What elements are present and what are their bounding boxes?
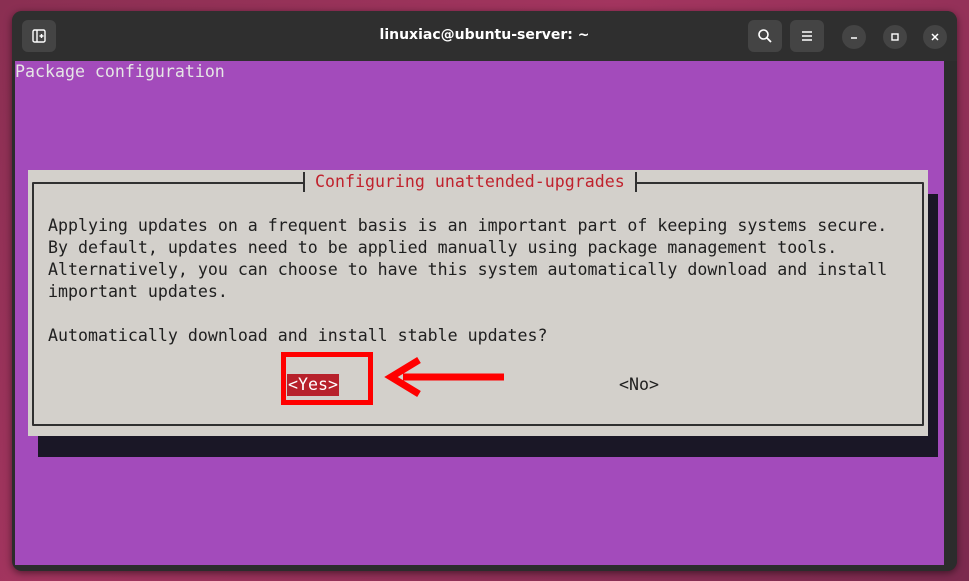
dialog-message-line: Applying updates on a frequent basis is … bbox=[48, 216, 888, 235]
maximize-button[interactable] bbox=[883, 25, 907, 49]
hamburger-menu-icon bbox=[802, 31, 812, 41]
maximize-icon bbox=[891, 33, 899, 41]
title-bar: linuxiac@ubuntu-server: ~ bbox=[12, 11, 957, 61]
minimize-button[interactable] bbox=[842, 25, 866, 49]
dialog-message-line: By default, updates need to be applied m… bbox=[48, 238, 838, 257]
dialog-message-line: important updates. bbox=[48, 282, 228, 301]
close-button[interactable] bbox=[923, 25, 947, 49]
close-icon bbox=[931, 33, 939, 41]
minimize-icon bbox=[851, 37, 857, 39]
debconf-dialog: Configuring unattended-upgrades Applying… bbox=[28, 170, 928, 436]
package-configuration-header: Package configuration bbox=[15, 62, 225, 81]
annotation-highlight-box bbox=[281, 352, 373, 405]
search-icon bbox=[758, 29, 772, 43]
search-button[interactable] bbox=[748, 20, 782, 52]
menu-button[interactable] bbox=[790, 20, 824, 52]
annotation-arrow-icon bbox=[384, 357, 504, 397]
dialog-question: Automatically download and install stabl… bbox=[48, 326, 548, 345]
scrollbar[interactable] bbox=[944, 61, 957, 571]
no-button[interactable]: <No> bbox=[619, 374, 659, 396]
terminal-window: linuxiac@ubuntu-server: ~ Package config… bbox=[12, 11, 957, 571]
terminal-area[interactable]: Package configuration Configuring unatte… bbox=[15, 61, 944, 565]
dialog-message-line: Alternatively, you can choose to have th… bbox=[48, 260, 888, 279]
dialog-title: Configuring unattended-upgrades bbox=[303, 170, 637, 194]
